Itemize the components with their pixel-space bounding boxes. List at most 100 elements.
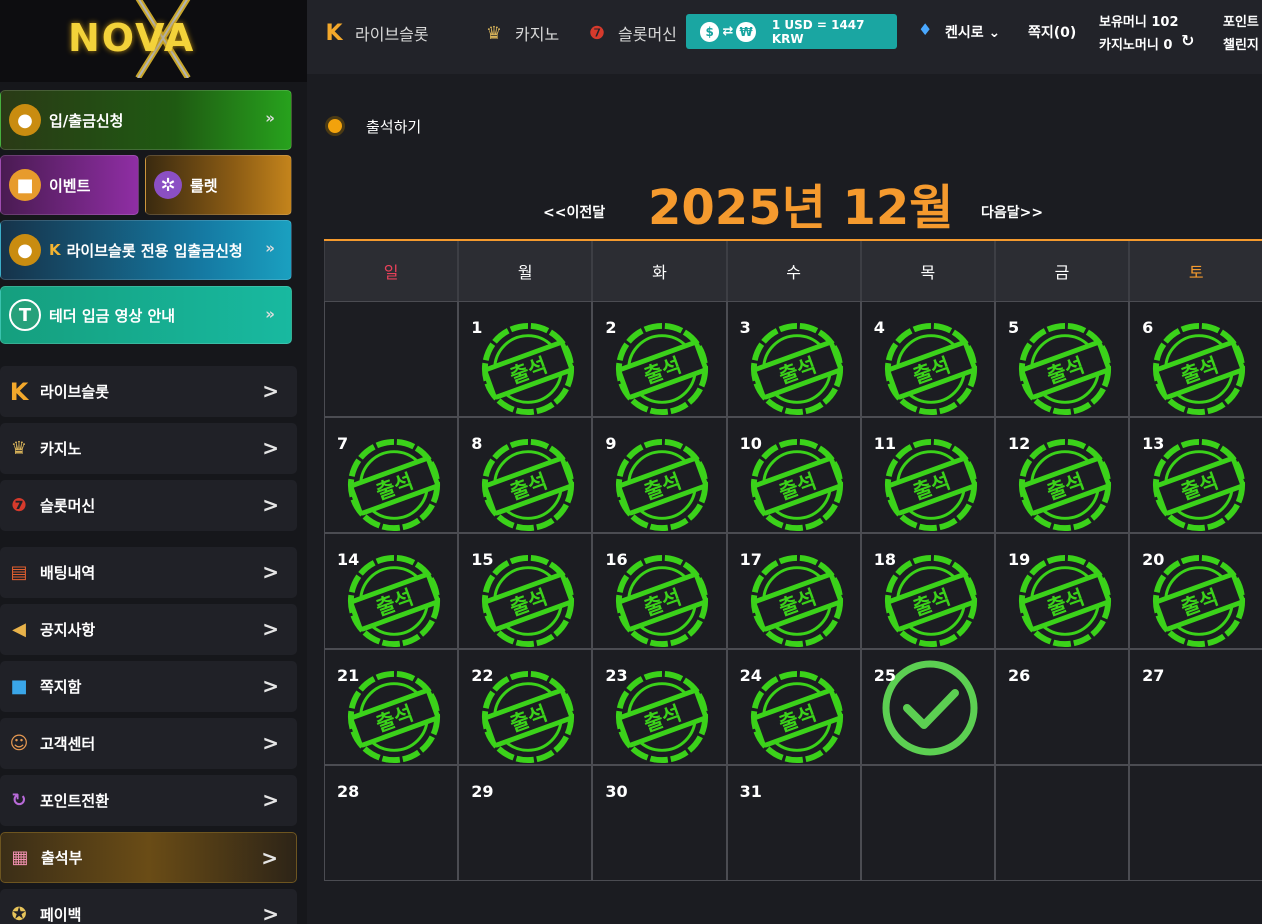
- calendar-day-cell: 출석 1: [458, 301, 593, 417]
- attendance-stamp-icon: 출석: [1153, 322, 1246, 416]
- sidebar-item-casino[interactable]: ♛ 카지노 >: [0, 423, 297, 474]
- calendar-day-cell: 출석 6: [1129, 301, 1262, 417]
- calendar-day-cell: 25: [860, 649, 995, 765]
- double-chevron-icon: »: [265, 305, 275, 323]
- sidebar-item-label: 포인트전환: [40, 792, 110, 810]
- calendar-day-cell: [994, 765, 1130, 881]
- calendar-header: 일 월 화 수 목 금 토: [324, 241, 1262, 301]
- nav-live-slot[interactable]: K 라이브슬롯: [317, 18, 428, 48]
- sidebar-item-point-exchange[interactable]: ↻ 포인트전환 >: [0, 775, 297, 826]
- weekday-sat: 토: [1129, 241, 1262, 301]
- calendar-day-cell: [860, 765, 995, 881]
- attendance-stamp-icon: 출석: [482, 670, 575, 764]
- weekday-mon: 월: [458, 241, 593, 301]
- coins-icon: ●: [9, 104, 41, 136]
- header: K 라이브슬롯 ♛ 카지노 ❼ 슬롯머신 $ ⇄ ₩ 1 USD = 1447 …: [307, 0, 1262, 74]
- deposit-withdraw-label: 입/출금신청: [49, 111, 124, 130]
- day-number: 10: [739, 434, 762, 453]
- attendance-stamp-icon: 출석: [482, 554, 575, 648]
- day-number: 2: [605, 318, 617, 337]
- calendar-day-cell: 31: [726, 765, 861, 881]
- tether-icon: T: [9, 299, 41, 331]
- attendance-calendar: 일 월 화 수 목 금 토 출석 1 출석 2 출석 3 출석 4 출석 5 출석 6 출석 7 출석 8 출석…: [324, 239, 1262, 881]
- weekday-wed: 수: [726, 241, 861, 301]
- calendar-day-cell: 출석 14: [324, 533, 459, 649]
- day-number: 18: [873, 550, 897, 569]
- section-dot-icon: [325, 116, 345, 136]
- sidebar-item-messages[interactable]: ■ 쪽지함 >: [0, 661, 297, 712]
- attendance-stamp-icon: 출석: [482, 322, 575, 416]
- refresh-icon[interactable]: ↻: [1181, 31, 1194, 50]
- sidebar-item-label: 고객센터: [40, 735, 96, 753]
- sidebar-item-label: 쪽지함: [40, 678, 82, 696]
- live-slot-deposit-button[interactable]: ● K 라이브슬롯 전용 입출금신청 »: [0, 220, 292, 280]
- attendance-stamp-icon: 출석: [482, 438, 575, 532]
- day-number: 31: [739, 782, 762, 801]
- attendance-stamp-icon: 출석: [616, 322, 709, 416]
- calendar-day-cell: 출석 13: [1129, 417, 1262, 533]
- day-number: 26: [1007, 666, 1031, 685]
- sidebar-item-label: 페이백: [40, 906, 82, 924]
- day-number: 8: [471, 434, 483, 453]
- day-number: 4: [873, 318, 885, 337]
- rank-icon: ♦: [918, 20, 933, 39]
- calendar-icon: ▦: [11, 847, 29, 868]
- calendar-day-cell: 출석 8: [458, 417, 593, 533]
- calendar-day-cell: [1129, 765, 1262, 881]
- day-number: 16: [605, 550, 628, 569]
- logo[interactable]: NOVA: [0, 0, 307, 82]
- deposit-withdraw-button[interactable]: ● 입/출금신청 »: [0, 90, 292, 150]
- live-slot-deposit-label: 라이브슬롯 전용 입출금신청: [66, 241, 243, 260]
- sidebar-item-customer-center[interactable]: ☺ 고객센터 >: [0, 718, 297, 769]
- sidebar-item-payback[interactable]: ✪ 페이백 >: [0, 889, 297, 924]
- casino-icon: ♛: [10, 438, 28, 459]
- roulette-button[interactable]: ✲ 룰렛: [145, 155, 292, 215]
- next-month-link[interactable]: 다음달>>: [981, 202, 1043, 222]
- sidebar-item-slot-machine[interactable]: ❼ 슬롯머신 >: [0, 480, 297, 531]
- event-button[interactable]: ■ 이벤트: [0, 155, 139, 215]
- roulette-label: 룰렛: [190, 176, 218, 195]
- headset-icon: ☺: [9, 733, 29, 754]
- balance-text: 보유머니 102: [1099, 15, 1179, 30]
- nav-casino[interactable]: ♛ 카지노: [477, 18, 559, 48]
- day-number: 13: [1142, 434, 1165, 453]
- sidebar-item-attendance[interactable]: ▦ 출석부 >: [0, 832, 297, 883]
- chevron-right-icon: >: [262, 731, 279, 755]
- user-menu[interactable]: 켄시로 ⌄: [945, 22, 1000, 42]
- prev-month-link[interactable]: <<이전달: [543, 202, 605, 222]
- sidebar-item-notices[interactable]: ◀ 공지사항 >: [0, 604, 297, 655]
- day-number: 9: [605, 434, 617, 453]
- sidebar-item-live-slot[interactable]: K 라이브슬롯 >: [0, 366, 297, 417]
- calendar-day-cell: 출석 22: [458, 649, 593, 765]
- sidebar: NOVA ● 입/출금신청 » ■ 이벤트 ✲ 룰렛 ● K 라이브슬롯 전용 …: [0, 0, 307, 924]
- attendance-stamp-icon: 출석: [884, 322, 977, 416]
- nav-slot-machine[interactable]: ❼ 슬롯머신: [580, 18, 677, 48]
- day-number: 24: [739, 666, 762, 685]
- sidebar-item-label: 공지사항: [40, 621, 96, 639]
- points-text[interactable]: 포인트: [1223, 11, 1259, 30]
- messages-link[interactable]: 쪽지(0): [1028, 22, 1076, 42]
- attendance-stamp-icon: 출석: [884, 554, 977, 648]
- weekday-thu: 목: [860, 241, 995, 301]
- sidebar-item-label: 카지노: [40, 440, 82, 458]
- calendar-day-cell: 28: [324, 765, 459, 881]
- calendar-day-cell: 출석 21: [324, 649, 459, 765]
- username: 켄시로: [945, 25, 984, 41]
- megaphone-icon: ◀: [12, 619, 26, 640]
- sidebar-item-betting-history[interactable]: ▤ 배팅내역 >: [0, 547, 297, 598]
- slot-machine-icon: ❼: [588, 22, 606, 44]
- challenge-text[interactable]: 챌린지: [1223, 34, 1259, 53]
- attendance-stamp-icon: 출석: [347, 554, 441, 648]
- coins-icon: ●: [9, 234, 41, 266]
- day-number: 21: [337, 666, 360, 685]
- section-title: 출석하기: [366, 118, 422, 136]
- clipboard-icon: ▤: [10, 562, 28, 583]
- day-number: 1: [471, 318, 483, 337]
- casino-money-text: 카지노머니 0: [1099, 38, 1173, 53]
- tether-guide-button[interactable]: T 테더 입금 영상 안내 »: [0, 286, 292, 344]
- calendar-day-cell: 출석 19: [994, 533, 1130, 649]
- chevron-right-icon: >: [262, 379, 279, 403]
- live-slot-icon: K: [325, 20, 343, 46]
- attendance-stamp-icon: 출석: [1018, 438, 1111, 532]
- calendar-day-cell: 출석 4: [860, 301, 995, 417]
